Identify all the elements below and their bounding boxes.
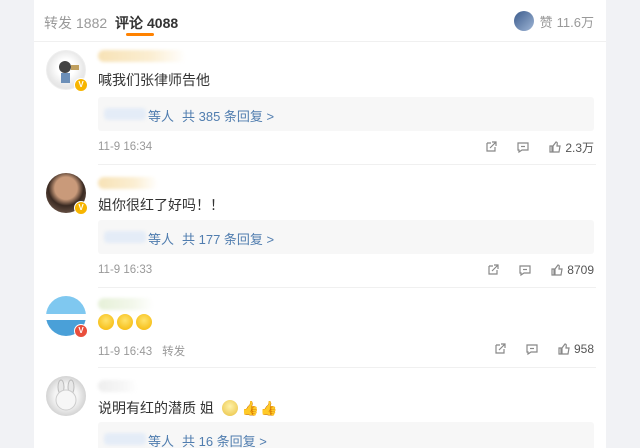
reply-etc-label: 等人	[148, 434, 175, 448]
comment-item: 说明有红的潜质 姐 👍👍 等人 共 16 条回复 >	[34, 368, 606, 448]
active-tab-indicator	[126, 33, 154, 36]
share-button[interactable]	[493, 342, 507, 356]
comment-text: 姐你很红了好吗！！	[98, 197, 224, 213]
comment-text	[98, 314, 155, 330]
tab-repost-label: 转发	[44, 15, 72, 31]
like-count: 958	[573, 342, 594, 356]
username-blurred[interactable]	[98, 50, 186, 62]
tab-comments-label: 评论	[115, 15, 143, 31]
tab-repost[interactable]: 转发 1882	[44, 13, 107, 33]
comment-source[interactable]: 转发	[162, 346, 185, 358]
comment-time: 11-9 16:33	[98, 264, 153, 276]
comment-meta: 11-9 16:33	[98, 264, 152, 276]
replier-names-blurred	[104, 231, 146, 243]
thumbs-up-icon	[549, 141, 562, 153]
username-blurred[interactable]	[98, 177, 158, 189]
reply-summary[interactable]: 等人 共 385 条回复 >	[98, 97, 594, 131]
comment-actions: 958	[475, 341, 594, 357]
verified-badge: V	[74, 324, 88, 338]
like-button[interactable]: 2.3万	[548, 139, 594, 156]
liker-avatar	[513, 11, 534, 31]
verified-badge: V	[74, 201, 88, 215]
comment-button[interactable]	[516, 140, 530, 154]
share-icon	[486, 141, 497, 152]
comment-item: V 喊我们张律师告他 等人 共 385 条回复 > 11-9 16:34 2.3…	[34, 42, 606, 165]
tab-repost-count: 1882	[76, 15, 108, 31]
comment-icon	[517, 142, 529, 154]
verified-badge: V	[74, 78, 88, 92]
comment-button[interactable]	[518, 263, 532, 277]
reply-summary[interactable]: 等人 共 16 条回复 >	[98, 422, 594, 448]
likes-summary-count: 11.6万	[556, 14, 594, 30]
comment-text: 说明有红的潜质 姐 👍👍	[98, 400, 278, 416]
comment-button[interactable]	[525, 342, 539, 356]
comment-item: V 姐你很红了好吗！！ 等人 共 177 条回复 > 11-9 16:33 87…	[34, 165, 606, 288]
tab-bar: 转发 1882 评论 4088 赞 11.6万	[34, 0, 606, 42]
tab-comments[interactable]: 评论 4088	[115, 13, 178, 33]
reply-etc-label: 等人	[148, 109, 175, 124]
share-button[interactable]	[484, 140, 498, 154]
comment-icon	[526, 344, 538, 356]
comment-meta: 11-9 16:43 转发	[98, 343, 185, 359]
tab-comments-count: 4088	[147, 15, 179, 31]
reply-count-link[interactable]: 共 385 条回复 >	[182, 106, 274, 125]
likes-summary-label: 赞	[539, 14, 553, 30]
like-button[interactable]: 8709	[550, 263, 594, 277]
reply-count-link[interactable]: 共 16 条回复 >	[182, 431, 267, 448]
username-blurred[interactable]	[98, 380, 138, 392]
reply-summary[interactable]: 等人 共 177 条回复 >	[98, 220, 594, 254]
replier-names-blurred	[104, 433, 146, 445]
like-count: 2.3万	[565, 140, 594, 155]
like-count: 8709	[567, 263, 594, 277]
share-icon	[495, 343, 506, 354]
username-blurred[interactable]	[98, 298, 154, 310]
comment-meta: 11-9 16:34	[98, 141, 152, 153]
share-button[interactable]	[486, 263, 500, 277]
comment-actions: 8709	[468, 262, 594, 278]
thumbs-up-icon	[551, 264, 564, 276]
share-icon	[488, 264, 499, 275]
avatar-illustration	[55, 379, 77, 411]
comment-time: 11-9 16:43	[98, 346, 153, 358]
likes-summary[interactable]: 赞 11.6万	[513, 10, 594, 32]
smiling-cat-emoji-icon	[221, 400, 238, 416]
thumbs-up-emoji-icon: 👍	[260, 400, 278, 416]
laughing-emoji-icon	[117, 314, 133, 330]
laughing-emoji-icon	[98, 314, 114, 330]
thumbs-up-emoji-icon: 👍	[241, 400, 260, 416]
comment-item: V 11-9 16:43 转发 958	[34, 288, 606, 368]
comment-time: 11-9 16:34	[98, 141, 153, 153]
comment-text: 喊我们张律师告他	[98, 72, 210, 88]
avatar[interactable]	[46, 376, 86, 416]
comment-actions: 2.3万	[466, 139, 594, 155]
thumbs-up-icon	[558, 343, 570, 355]
comment-icon	[519, 265, 531, 277]
replier-names-blurred	[104, 108, 146, 120]
reply-count-link[interactable]: 共 177 条回复 >	[182, 229, 274, 248]
reply-etc-label: 等人	[148, 232, 175, 247]
like-button[interactable]: 958	[557, 342, 594, 356]
comments-panel: 转发 1882 评论 4088 赞 11.6万 V 喊我们张律师告他 等人 共 38…	[34, 0, 606, 448]
laughing-emoji-icon	[136, 314, 152, 330]
